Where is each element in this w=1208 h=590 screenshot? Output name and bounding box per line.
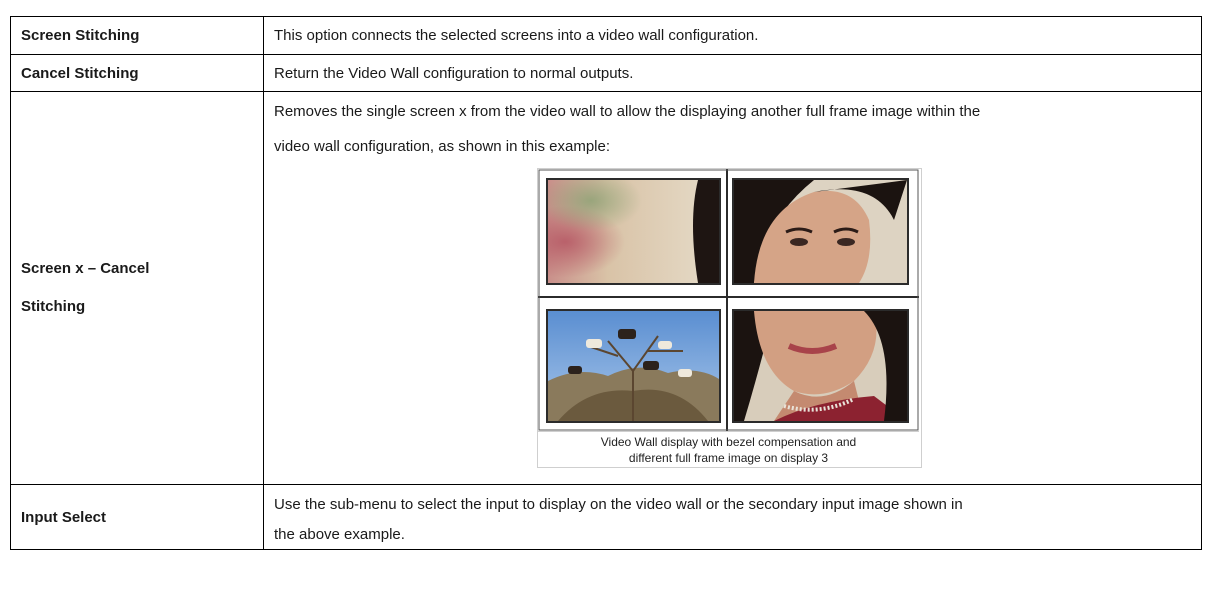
description-line-2: the above example. bbox=[274, 525, 405, 543]
bezel-lines bbox=[538, 169, 919, 431]
table-row: Cancel Stitching Return the Video Wall c… bbox=[10, 54, 1202, 92]
term-label-line-1: Screen x – Cancel bbox=[21, 260, 150, 277]
term-label: Screen Stitching bbox=[21, 27, 140, 44]
table-row: Screen Stitching This option connects th… bbox=[10, 16, 1202, 55]
description-text: This option connects the selected screen… bbox=[274, 27, 759, 44]
term-cell: Input Select bbox=[10, 484, 264, 550]
term-cell: Cancel Stitching bbox=[10, 54, 264, 92]
video-wall-image bbox=[538, 169, 919, 431]
description-cell: Removes the single screen x from the vid… bbox=[263, 91, 1202, 485]
description-line-1: Use the sub-menu to select the input to … bbox=[274, 495, 963, 513]
figure-caption: Video Wall display with bezel compensati… bbox=[538, 431, 919, 465]
description-cell: This option connects the selected screen… bbox=[263, 16, 1202, 55]
figure-caption-line-1: Video Wall display with bezel compensati… bbox=[600, 435, 857, 449]
table-row: Input Select Use the sub-menu to select … bbox=[10, 484, 1202, 550]
figure-caption-line-2: different full frame image on display 3 bbox=[628, 451, 829, 465]
description-line-1: Removes the single screen x from the vid… bbox=[274, 103, 981, 120]
figure-container: Video Wall display with bezel compensati… bbox=[274, 168, 1201, 468]
description-cell: Return the Video Wall configuration to n… bbox=[263, 54, 1202, 92]
term-label: Input Select bbox=[21, 508, 107, 526]
term-label: Cancel Stitching bbox=[21, 64, 139, 82]
description-line-2: video wall configuration, as shown in th… bbox=[274, 138, 611, 155]
term-cell: Screen Stitching bbox=[10, 16, 264, 55]
description-text: Return the Video Wall configuration to n… bbox=[274, 64, 634, 82]
description-cell: Use the sub-menu to select the input to … bbox=[263, 484, 1202, 550]
table-row: Screen x – Cancel Stitching Removes the … bbox=[10, 91, 1202, 485]
term-cell: Screen x – Cancel Stitching bbox=[10, 91, 264, 485]
term-label-line-2: Stitching bbox=[21, 298, 86, 315]
settings-table: Screen Stitching This option connects th… bbox=[10, 16, 1202, 550]
video-wall-figure: Video Wall display with bezel compensati… bbox=[537, 168, 922, 468]
